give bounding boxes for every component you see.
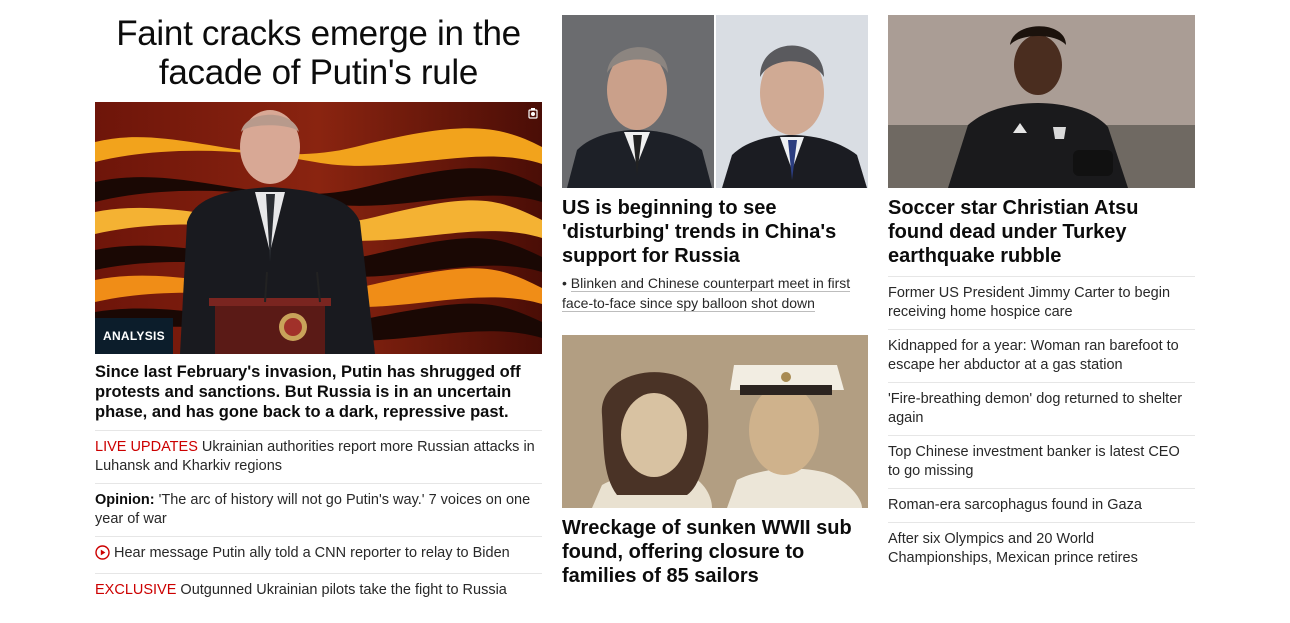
china-russia-headline[interactable]: US is beginning to see 'disturbing' tren… bbox=[562, 196, 868, 268]
camera-icon bbox=[528, 107, 538, 120]
wwii-sub-headline[interactable]: Wreckage of sunken WWII sub found, offer… bbox=[562, 516, 868, 588]
opinion-kicker: Opinion: bbox=[95, 492, 155, 508]
atsu-headline[interactable]: Soccer star Christian Atsu found dead un… bbox=[888, 196, 1178, 268]
lead-summary[interactable]: Since last February's invasion, Putin ha… bbox=[95, 362, 542, 431]
lead-headline[interactable]: Faint cracks emerge in the facade of Put… bbox=[95, 14, 542, 92]
analysis-badge: ANALYSIS bbox=[95, 318, 173, 354]
link-text: 'The arc of history will not go Putin's … bbox=[95, 492, 531, 527]
wwii-couple-photo[interactable] bbox=[562, 335, 868, 508]
list-item[interactable]: Kidnapped for a year: Woman ran barefoot… bbox=[888, 330, 1195, 383]
atsu-photo[interactable] bbox=[888, 15, 1195, 188]
list-item[interactable]: Roman-era sarcophagus found in Gaza bbox=[888, 489, 1195, 523]
link-text: Outgunned Ukrainian pilots take the figh… bbox=[176, 582, 507, 598]
lead-related-links: LIVE UPDATES Ukrainian authorities repor… bbox=[95, 431, 542, 607]
play-circle-icon bbox=[95, 545, 110, 566]
split-portrait-photo bbox=[562, 15, 868, 188]
list-item[interactable]: Hear message Putin ally told a CNN repor… bbox=[95, 537, 542, 574]
list-item[interactable]: LIVE UPDATES Ukrainian authorities repor… bbox=[95, 431, 542, 484]
link-text: Blinken and Chinese counterpart meet in … bbox=[562, 275, 851, 312]
blinken-wang-photo[interactable] bbox=[562, 15, 868, 188]
right-column: Soccer star Christian Atsu found dead un… bbox=[888, 0, 1195, 575]
list-item[interactable]: Top Chinese investment banker is latest … bbox=[888, 436, 1195, 489]
lead-image[interactable]: ANALYSIS bbox=[95, 102, 542, 354]
list-item[interactable]: Former US President Jimmy Carter to begi… bbox=[888, 277, 1195, 330]
live-updates-kicker: LIVE UPDATES bbox=[95, 439, 198, 455]
blinken-meeting-link[interactable]: • Blinken and Chinese counterpart meet i… bbox=[562, 274, 868, 313]
vintage-couple-photo bbox=[562, 335, 868, 508]
putin-podium-photo bbox=[95, 102, 542, 354]
right-related-links: Former US President Jimmy Carter to begi… bbox=[888, 276, 1195, 575]
middle-column: US is beginning to see 'disturbing' tren… bbox=[562, 0, 868, 588]
list-item[interactable]: EXCLUSIVE Outgunned Ukrainian pilots tak… bbox=[95, 574, 542, 607]
lead-story: Faint cracks emerge in the facade of Put… bbox=[95, 0, 542, 607]
exclusive-kicker: EXCLUSIVE bbox=[95, 582, 177, 598]
link-text: Hear message Putin ally told a CNN repor… bbox=[114, 545, 510, 561]
list-item[interactable]: 'Fire-breathing demon' dog returned to s… bbox=[888, 383, 1195, 436]
list-item[interactable]: After six Olympics and 20 World Champion… bbox=[888, 523, 1195, 575]
soccer-player-photo bbox=[888, 15, 1195, 188]
list-item[interactable]: Opinion: 'The arc of history will not go… bbox=[95, 484, 542, 537]
